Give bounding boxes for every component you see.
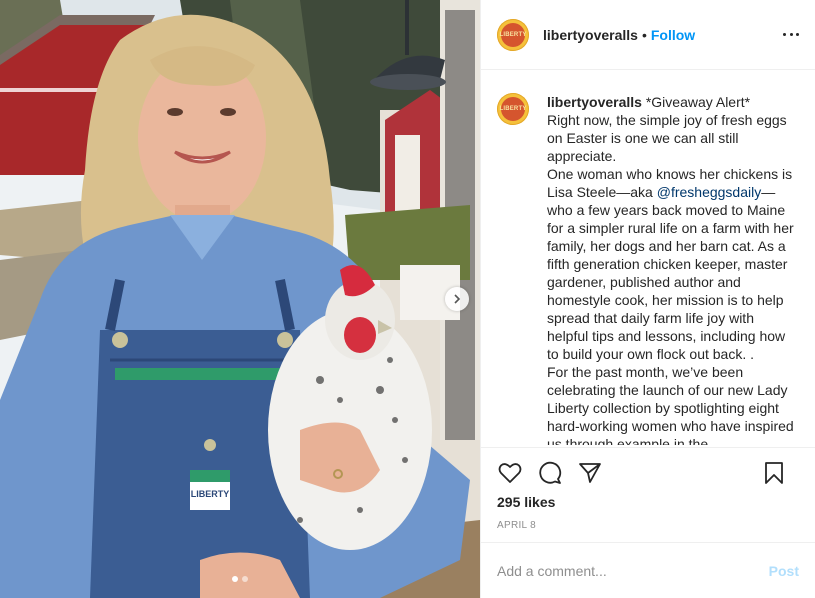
more-options-icon[interactable] xyxy=(783,26,799,42)
carousel-dot xyxy=(242,576,248,582)
header-separator: • xyxy=(641,26,647,43)
post-comment-button[interactable]: Post xyxy=(769,563,799,579)
post-date[interactable]: APRIL 8 xyxy=(497,520,536,531)
header-username[interactable]: libertyoveralls xyxy=(543,27,638,43)
comment-bar: Add a comment... Post xyxy=(481,542,815,598)
bookmark-icon xyxy=(765,462,783,484)
carousel-indicator xyxy=(0,576,480,582)
caption-username[interactable]: libertyoveralls xyxy=(547,94,642,110)
instagram-post: LIBERTY LIBERTY libertyoveralls • Follow… xyxy=(0,0,815,598)
post-photo[interactable]: LIBERTY xyxy=(0,0,480,598)
follow-button[interactable]: Follow xyxy=(651,27,695,43)
action-bar xyxy=(481,447,815,498)
like-button[interactable] xyxy=(497,460,523,486)
caption-area: LIBERTY libertyoveralls *Giveaway Alert*… xyxy=(497,93,799,445)
caption-line: Right now, the simple joy of fresh eggs … xyxy=(547,112,787,164)
caption-line: *Giveaway Alert* xyxy=(645,94,751,110)
caption-avatar-logo-text: LIBERTY xyxy=(499,106,527,112)
comment-input[interactable]: Add a comment... xyxy=(497,563,769,579)
heart-icon xyxy=(498,463,522,483)
chevron-right-icon xyxy=(454,294,461,304)
next-photo-button[interactable] xyxy=(445,287,469,311)
comment-button[interactable] xyxy=(537,460,563,486)
avatar[interactable]: LIBERTY xyxy=(497,18,529,51)
share-button[interactable] xyxy=(577,460,603,486)
caption-paragraph: — who a few years back moved to Maine fo… xyxy=(547,184,794,362)
overalls-tag-text: LIBERTY xyxy=(191,489,230,499)
post-header: LIBERTY libertyoveralls • Follow xyxy=(481,0,815,70)
caption-text: libertyoveralls *Giveaway Alert* Right n… xyxy=(547,93,799,445)
likes-count[interactable]: 295 likes xyxy=(497,494,555,510)
carousel-dot-active xyxy=(232,576,238,582)
caption-avatar[interactable]: LIBERTY xyxy=(497,93,529,125)
post-side-panel: LIBERTY libertyoveralls • Follow LIBERTY… xyxy=(480,0,815,598)
caption-paragraph: For the past month, we’ve been celebrati… xyxy=(547,364,794,445)
share-icon xyxy=(579,463,601,483)
comment-icon xyxy=(539,461,562,484)
photo-scene: LIBERTY xyxy=(0,0,480,598)
caption-mention-link[interactable]: @fresheggsdaily xyxy=(657,184,762,200)
save-button[interactable] xyxy=(761,460,787,486)
avatar-logo-text: LIBERTY xyxy=(499,31,527,38)
